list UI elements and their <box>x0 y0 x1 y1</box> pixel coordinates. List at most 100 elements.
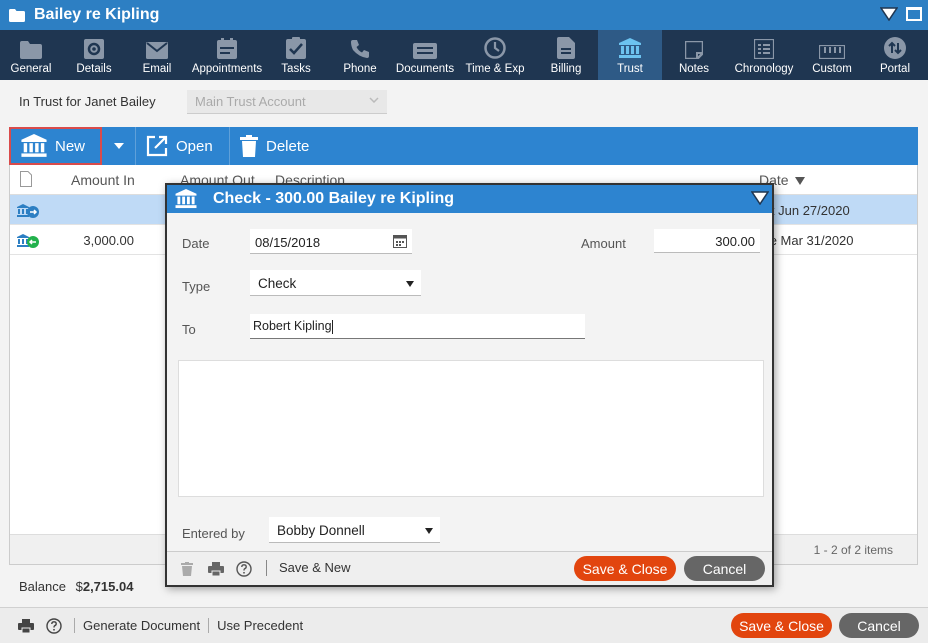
nav-label: Trust <box>617 63 643 75</box>
new-dropdown-button[interactable] <box>102 127 136 165</box>
amount-field[interactable]: 300.00 <box>654 229 760 253</box>
nav-tasks[interactable]: Tasks <box>266 30 326 80</box>
nav-label: Notes <box>678 63 710 75</box>
nav-general[interactable]: General <box>0 30 62 80</box>
note-icon <box>685 41 703 59</box>
text-cursor <box>331 319 333 334</box>
nav-time-exp[interactable]: Time & Exp <box>456 30 534 80</box>
dialog-save-close-button[interactable]: Save & Close <box>574 556 676 581</box>
entered-by-select[interactable]: Bobby Donnell <box>269 517 440 543</box>
documents-icon <box>413 43 437 59</box>
calendar-icon <box>217 38 237 59</box>
nav-notes[interactable]: Notes <box>662 30 726 80</box>
date-label: Date <box>182 236 210 251</box>
chevron-down-icon <box>369 94 379 106</box>
memo-area[interactable] <box>178 360 764 497</box>
nav-custom[interactable]: Custom <box>802 30 862 80</box>
collapse-triangle-icon[interactable] <box>879 7 899 22</box>
nav-label: Portal <box>879 63 911 75</box>
trash-icon[interactable] <box>181 562 193 576</box>
trust-header: In Trust for Janet Bailey Main Trust Acc… <box>19 90 387 114</box>
entered-by-label: Entered by <box>182 526 245 541</box>
caret-down-icon <box>113 143 124 149</box>
type-select[interactable]: Check <box>250 270 421 296</box>
use-precedent-link[interactable]: Use Precedent <box>208 618 311 633</box>
folder-icon <box>20 41 42 59</box>
date-value: 08/15/2018 <box>255 235 321 250</box>
cancel-button[interactable]: Cancel <box>839 613 919 638</box>
open-button[interactable]: Open <box>136 127 230 165</box>
trust-out-icon <box>17 204 39 221</box>
balance-currency: $ <box>75 579 83 594</box>
save-new-link[interactable]: Save & New <box>266 560 351 576</box>
window-title: Bailey re Kipling <box>34 6 160 23</box>
nav-phone[interactable]: Phone <box>326 30 394 80</box>
date-field[interactable]: 08/15/2018 <box>250 229 412 254</box>
pager-count: 1 - 2 of 2 items <box>813 543 893 557</box>
nav-label: General <box>10 63 52 75</box>
nav-label: Documents <box>395 63 455 75</box>
transfer-icon <box>884 37 906 59</box>
nav-appointments[interactable]: Appointments <box>188 30 266 80</box>
generate-document-link[interactable]: Generate Document <box>74 618 208 633</box>
trust-in-icon <box>17 234 39 251</box>
nav-billing[interactable]: Billing <box>534 30 598 80</box>
help-icon[interactable] <box>46 617 62 634</box>
nav-label: Details <box>76 63 112 75</box>
dialog-save-close-label: Save & Close <box>582 560 668 577</box>
caret-down-icon <box>406 281 414 287</box>
nav-label: Tasks <box>281 63 311 75</box>
type-value: Check <box>258 276 297 291</box>
nav-label: Email <box>142 63 172 75</box>
nav-trust[interactable]: Trust <box>598 30 662 80</box>
col-amount-in[interactable]: Amount In <box>71 172 135 188</box>
calendar-icon[interactable] <box>393 234 407 248</box>
envelope-icon <box>146 42 168 59</box>
new-button-label: New <box>55 137 86 155</box>
delete-button[interactable]: Delete <box>230 127 323 165</box>
check-dialog: Check - 300.00 Bailey re Kipling Date 08… <box>165 183 774 587</box>
nav-label: Chronology <box>734 63 794 75</box>
trust-for-label: In Trust for Janet Bailey <box>19 94 156 109</box>
to-value: Robert Kipling <box>253 319 332 333</box>
cancel-label: Cancel <box>857 617 901 634</box>
clock-icon <box>484 37 506 59</box>
dialog-title: Check - 300.00 Bailey re Kipling <box>213 190 454 207</box>
gear-box-icon <box>84 39 104 59</box>
amount-label: Amount <box>581 236 626 251</box>
print-icon[interactable] <box>18 618 34 633</box>
entered-by-value: Bobby Donnell <box>277 523 365 538</box>
print-icon[interactable] <box>208 562 224 576</box>
to-label: To <box>182 322 196 337</box>
nav-chronology[interactable]: Chronology <box>726 30 802 80</box>
ruler-icon <box>819 45 845 59</box>
new-button[interactable]: New <box>9 127 102 165</box>
document-icon[interactable] <box>20 171 32 190</box>
bank-icon <box>21 134 47 157</box>
cell-amount-in: 3,000.00 <box>83 233 134 248</box>
nav-documents[interactable]: Documents <box>394 30 456 80</box>
nav-details[interactable]: Details <box>62 30 126 80</box>
help-icon[interactable] <box>236 561 252 577</box>
dialog-title-bar: Check - 300.00 Bailey re Kipling <box>167 185 772 213</box>
trust-account-select[interactable]: Main Trust Account <box>187 90 387 114</box>
delete-button-label: Delete <box>266 137 310 155</box>
save-new-label: Save & New <box>279 560 351 575</box>
sort-desc-icon <box>795 177 806 185</box>
collapse-triangle-icon[interactable] <box>751 191 769 205</box>
nav-portal[interactable]: Portal <box>862 30 928 80</box>
maximize-icon[interactable] <box>906 7 922 21</box>
caret-down-icon <box>425 528 433 534</box>
to-field[interactable]: Robert Kipling <box>250 314 585 339</box>
phone-icon <box>351 40 369 58</box>
save-close-button[interactable]: Save & Close <box>731 613 832 638</box>
dialog-cancel-label: Cancel <box>702 560 747 577</box>
dialog-cancel-button[interactable]: Cancel <box>684 556 765 581</box>
invoice-icon <box>557 37 575 59</box>
folder-icon <box>9 8 25 22</box>
balance: Balance $2,715.04 <box>19 579 133 594</box>
nav-email[interactable]: Email <box>126 30 188 80</box>
footer-bar: Generate Document Use Precedent Save & C… <box>0 607 928 643</box>
nav-label: Custom <box>812 63 852 75</box>
bank-icon <box>619 38 641 58</box>
